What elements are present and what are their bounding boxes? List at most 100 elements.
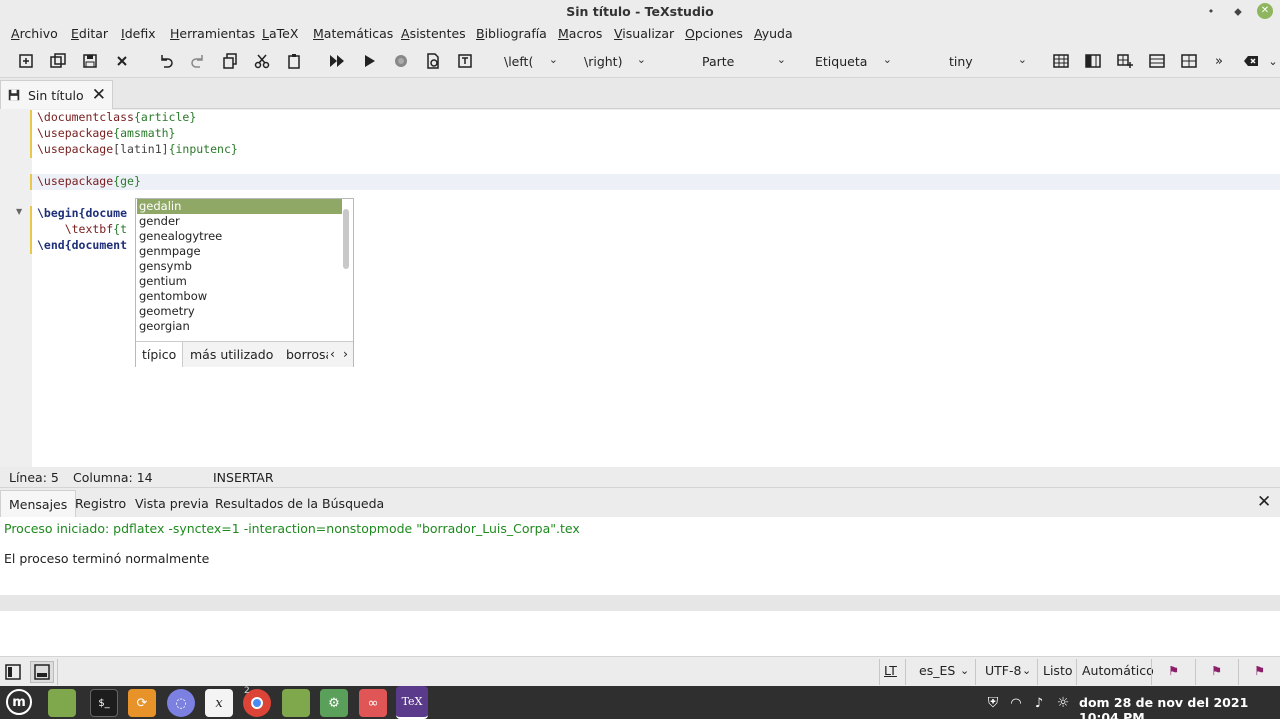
mint-menu-icon[interactable]: m [6, 689, 32, 715]
menu-asistentes[interactable]: Asistentes [401, 26, 466, 41]
completion-item[interactable]: gentium [137, 274, 342, 289]
completion-item[interactable]: gender [137, 214, 342, 229]
close-panel-icon[interactable]: ✕ [1257, 492, 1271, 512]
maxima-icon[interactable]: x [205, 689, 233, 717]
window-count-badge: 2 [244, 686, 250, 696]
new-file-icon[interactable] [16, 51, 36, 71]
pdf-app-icon[interactable]: ⟳ [128, 689, 156, 717]
table-rows-icon[interactable] [1147, 51, 1167, 71]
texstudio-taskbar-icon[interactable]: TeX [396, 686, 428, 719]
save-icon[interactable] [80, 51, 100, 71]
fold-icon[interactable]: ▼ [16, 207, 22, 216]
menu-opciones[interactable]: Opciones [685, 26, 743, 41]
tab-vista-previa[interactable]: Vista previa [135, 496, 209, 511]
close-tab-icon[interactable]: ✕ [92, 85, 106, 105]
right-delimiter-combo[interactable]: \right) ⌄ [584, 52, 646, 70]
left-delimiter-combo[interactable]: \left(⌄ [504, 52, 558, 70]
auto-mode[interactable]: Automático [1082, 663, 1154, 678]
view-log-icon[interactable] [423, 51, 443, 71]
close-file-icon[interactable] [112, 51, 132, 71]
completion-item[interactable]: gensymb [137, 259, 342, 274]
table-columns-icon[interactable] [1083, 51, 1103, 71]
view-pdf-icon[interactable] [455, 51, 475, 71]
stop-compile-icon[interactable] [391, 51, 411, 71]
chevron-down-icon[interactable]: ⌄ [960, 664, 969, 677]
build-and-view-icon[interactable] [327, 51, 347, 71]
clock[interactable]: dom 28 de nov del 2021 10:04 PM [1079, 695, 1280, 719]
new-from-template-icon[interactable] [48, 51, 68, 71]
paste-icon[interactable] [284, 51, 304, 71]
reader-icon[interactable]: ∞ [359, 689, 387, 717]
chevron-down-icon[interactable]: ⌄ [1263, 51, 1280, 71]
menu-visualizar[interactable]: Visualizar [614, 26, 674, 41]
grammar-icon[interactable]: ⚑ [1168, 663, 1179, 678]
clear-icon[interactable] [1241, 51, 1261, 71]
menu-latex[interactable]: LaTeX [262, 26, 298, 41]
label-combo[interactable]: Etiqueta ⌄ [815, 52, 892, 70]
table-add-icon[interactable] [1115, 51, 1135, 71]
screenshot-app-icon[interactable]: ◌ [167, 689, 195, 717]
completion-item[interactable]: genealogytree [137, 229, 342, 244]
toggle-messages-icon[interactable] [30, 661, 54, 683]
completion-item[interactable]: gedalin [137, 199, 342, 214]
messages-tabs: Mensajes Registro Vista previa Resultado… [0, 487, 1280, 518]
chevron-left-icon[interactable]: ‹ [330, 346, 335, 361]
compile-icon[interactable] [359, 51, 379, 71]
maximize-button[interactable]: ⬥ [1229, 3, 1247, 21]
minimize-button[interactable]: • [1202, 3, 1220, 21]
settings-icon[interactable]: ⚙ [320, 689, 348, 717]
toggle-structure-icon[interactable] [3, 662, 23, 682]
tab-resultados-busqueda[interactable]: Resultados de la Búsqueda [215, 496, 384, 511]
completion-item[interactable]: georgian [137, 319, 342, 334]
undo-icon[interactable] [156, 51, 176, 71]
section-combo[interactable]: Parte ⌄ [702, 52, 786, 70]
completion-tab-most-used[interactable]: más utilizado [190, 347, 273, 362]
completion-item[interactable]: geometry [137, 304, 342, 319]
font-size-combo[interactable]: tiny ⌄ [949, 52, 1027, 70]
tab-registro[interactable]: Registro [75, 496, 126, 511]
completion-item[interactable]: gentombow [137, 289, 342, 304]
grammar-icon[interactable]: ⚑ [1211, 663, 1222, 678]
close-window-button[interactable]: ✕ [1257, 3, 1273, 19]
completion-tab-fuzzy[interactable]: borrosa [286, 347, 328, 362]
grammar-icon[interactable]: ⚑ [1254, 663, 1265, 678]
section-value: Parte [702, 53, 735, 69]
menu-bar: Archivo Editar Idefix Herramientas LaTeX… [0, 24, 1280, 44]
document-tab-bar: Sin título ✕ [0, 78, 1280, 109]
tab-label: Sin título [28, 87, 84, 103]
tab-sin-titulo[interactable]: Sin título ✕ [0, 80, 113, 109]
menu-idefix[interactable]: Idefix [121, 26, 156, 41]
menu-editar[interactable]: Editar [71, 26, 108, 41]
chevron-down-icon[interactable]: ⌄ [1022, 664, 1031, 677]
terminal-icon[interactable]: $_ [90, 689, 118, 717]
code-line-5: \usepackage{ge} [37, 174, 141, 188]
menu-ayuda[interactable]: Ayuda [754, 26, 793, 41]
toolbar-more-button[interactable]: » [1209, 51, 1229, 71]
cut-icon[interactable] [252, 51, 272, 71]
panel-divider[interactable] [0, 595, 1280, 611]
tab-mensajes[interactable]: Mensajes [0, 490, 77, 518]
brightness-icon[interactable]: ☼ [1049, 689, 1077, 717]
menu-herramientas[interactable]: Herramientas [170, 26, 255, 41]
spellcheck-language[interactable]: es_ES [919, 663, 955, 678]
menu-macros[interactable]: Macros [558, 26, 602, 41]
files-icon[interactable] [282, 689, 310, 717]
completion-item[interactable]: genmpage [137, 244, 342, 259]
code-line-9: \end{document [37, 238, 128, 252]
right-delimiter-value: \right) [584, 53, 623, 69]
language-tool-indicator[interactable]: LT [884, 663, 897, 678]
table-icon[interactable] [1051, 51, 1071, 71]
table-split-icon[interactable] [1179, 51, 1199, 71]
chevron-down-icon: ⌄ [548, 53, 558, 66]
completion-scrollbar[interactable] [343, 209, 349, 269]
completion-tab-typical[interactable]: típico [136, 342, 184, 367]
redo-icon[interactable] [188, 51, 208, 71]
show-desktop-icon[interactable] [48, 689, 76, 717]
menu-bibliografia[interactable]: Bibliografía [476, 26, 547, 41]
chevron-right-icon[interactable]: › [343, 346, 348, 361]
messages-area: Proceso iniciado: pdflatex -synctex=1 -i… [0, 517, 1280, 595]
menu-archivo[interactable]: Archivo [11, 26, 58, 41]
encoding-selector[interactable]: UTF-8 [985, 663, 1021, 678]
menu-matematicas[interactable]: Matemáticas [313, 26, 393, 41]
copy-icon[interactable] [220, 51, 240, 71]
